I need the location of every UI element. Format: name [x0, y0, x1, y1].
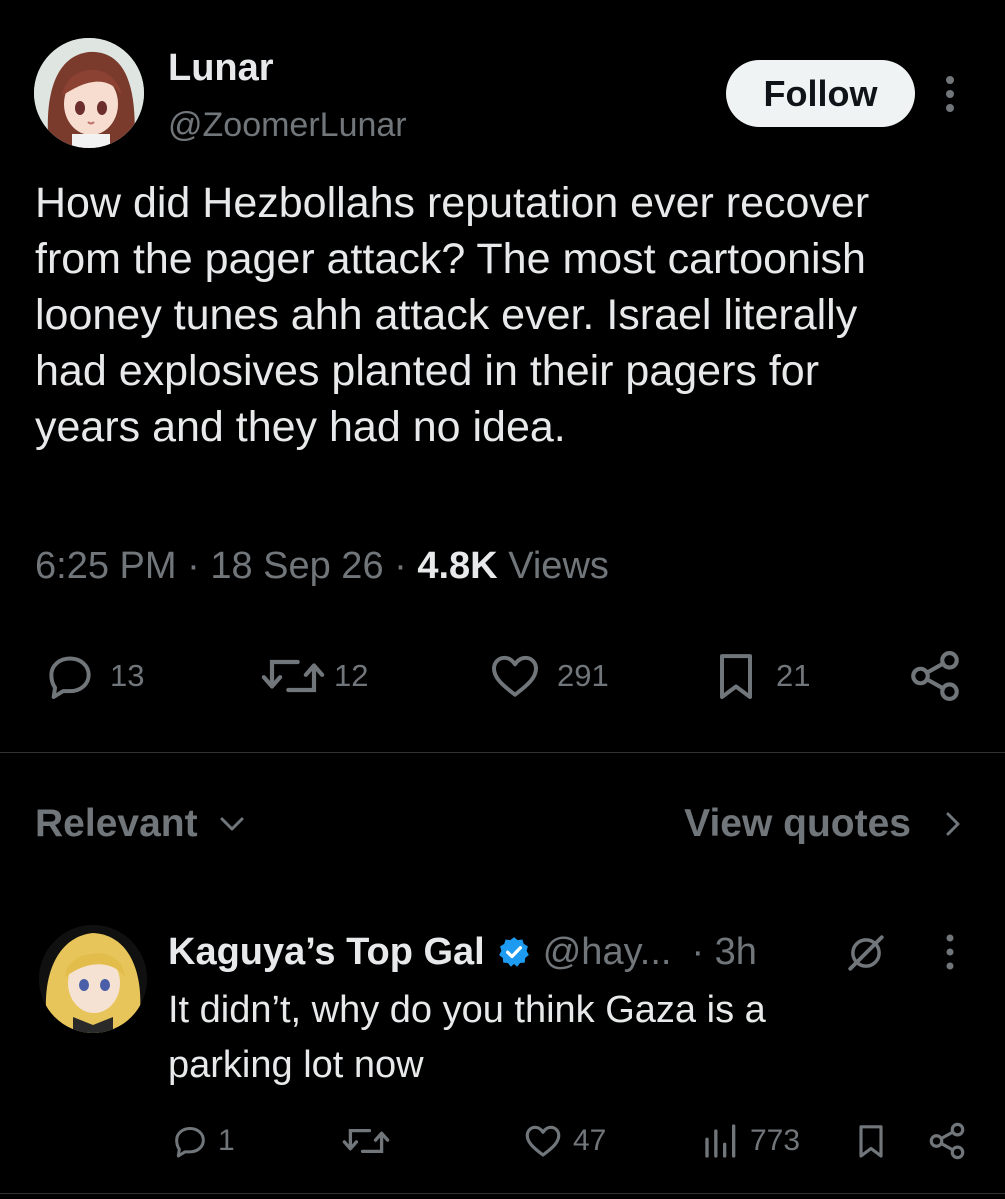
more-options-icon[interactable]: [940, 74, 960, 118]
reply-like-button[interactable]: 47: [521, 1119, 606, 1163]
reply-like-count: 47: [573, 1124, 607, 1157]
analytics-icon: [705, 1124, 736, 1158]
reply-reply-button[interactable]: 1: [170, 1119, 235, 1163]
view-quotes-label: View quotes: [684, 802, 911, 845]
reply-views-count: 773: [750, 1124, 801, 1157]
author-avatar-image: [34, 38, 144, 148]
tweet-text: How did Hezbollahs reputation ever recov…: [35, 179, 870, 451]
chevron-down-icon: [220, 817, 244, 831]
tweet-meta: 6:25 PM · 18 Sep 26 · 4.8K Views: [35, 545, 609, 587]
reply-repost-button[interactable]: [340, 1119, 392, 1163]
reply-avatar-image: [39, 925, 147, 1033]
divider: [0, 1193, 1005, 1194]
share-button[interactable]: [906, 648, 964, 704]
author-avatar[interactable]: [34, 38, 144, 148]
reply-count: 13: [110, 658, 145, 693]
reply-bookmark-button[interactable]: [851, 1119, 891, 1163]
share-icon: [929, 1122, 965, 1160]
view-quotes-link[interactable]: View quotes: [684, 800, 963, 848]
share-icon: [911, 650, 959, 702]
reply-header: Kaguya’s Top Gal @hay... · 3h: [168, 928, 757, 976]
like-count: 291: [557, 658, 609, 693]
grok-icon[interactable]: [845, 932, 887, 974]
verified-badge-icon: [498, 937, 529, 967]
reply-more-options-icon[interactable]: [941, 933, 959, 973]
author-handle[interactable]: @ZoomerLunar: [168, 104, 407, 146]
like-button[interactable]: 291: [485, 648, 609, 704]
heart-icon: [525, 1125, 561, 1157]
bookmark-icon: [720, 654, 752, 699]
bookmark-button[interactable]: 21: [708, 648, 810, 704]
reply-views-button[interactable]: 773: [702, 1119, 800, 1163]
reply-author-handle[interactable]: @hay...: [543, 928, 672, 976]
chevron-right-icon: [946, 812, 960, 836]
reply-time[interactable]: · 3h: [691, 928, 756, 976]
repost-icon: [261, 659, 325, 693]
heart-icon: [492, 655, 538, 697]
reply-author-name[interactable]: Kaguya’s Top Gal: [168, 928, 485, 976]
reply-icon: [49, 656, 91, 699]
divider: [0, 752, 1005, 753]
tweet-date[interactable]: 18 Sep 26: [210, 545, 383, 587]
repost-button[interactable]: 12: [258, 648, 368, 704]
repost-icon: [342, 1128, 390, 1154]
reply-text: It didn’t, why do you think Gaza is a pa…: [168, 989, 766, 1086]
follow-button-label: Follow: [763, 72, 878, 114]
reply-icon: [175, 1127, 205, 1158]
sort-dropdown[interactable]: Relevant: [35, 800, 246, 848]
views-label: Views: [508, 545, 609, 587]
repost-count: 12: [334, 658, 369, 693]
reply-button[interactable]: 13: [42, 648, 144, 704]
follow-button[interactable]: Follow: [726, 60, 915, 127]
tweet-time[interactable]: 6:25 PM: [35, 545, 177, 587]
views-count: 4.8K: [417, 545, 498, 587]
bookmark-count: 21: [776, 658, 811, 693]
bookmark-icon: [859, 1125, 883, 1158]
author-name[interactable]: Lunar: [168, 45, 274, 91]
reply-reply-count: 1: [218, 1124, 235, 1157]
sort-label: Relevant: [35, 802, 198, 845]
reply-avatar[interactable]: [39, 925, 147, 1033]
reply-share-button[interactable]: [926, 1119, 968, 1163]
